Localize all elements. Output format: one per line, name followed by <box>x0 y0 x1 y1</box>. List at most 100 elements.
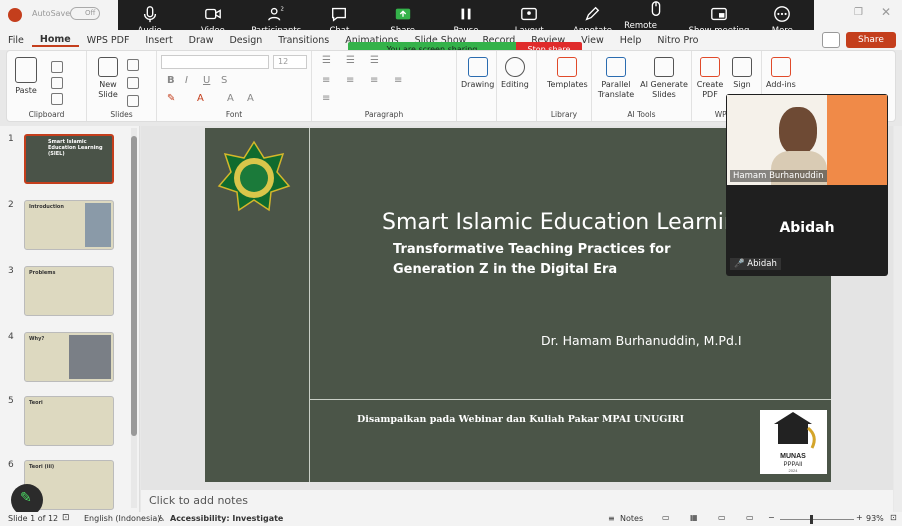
paragraph-group: ☰ ☰ ☰ ≡ ≡ ≡ ≡ ≡ Paragraph <box>312 51 457 121</box>
notes-toggle[interactable]: Notes <box>620 514 643 523</box>
sign-button[interactable]: Sign <box>728 57 756 90</box>
cut-icon[interactable] <box>51 61 63 73</box>
tab-wps-pdf[interactable]: WPS PDF <box>79 35 138 46</box>
video-background-decoration <box>827 95 887 185</box>
slideshow-icon[interactable]: ▭ <box>746 513 754 522</box>
sign-icon <box>732 57 752 77</box>
thumbnail-scrollbar-thumb[interactable] <box>131 136 137 436</box>
create-pdf-button[interactable]: Create PDF <box>696 57 724 100</box>
font-grow-icon[interactable]: A <box>227 93 234 104</box>
tab-insert[interactable]: Insert <box>137 35 180 46</box>
align-right-icon[interactable]: ≡ <box>370 75 378 86</box>
paste-button[interactable]: Paste <box>15 57 37 96</box>
zoom-in-button[interactable]: + <box>856 513 863 522</box>
drawing-button[interactable]: Drawing <box>461 57 494 90</box>
restore-icon[interactable]: ❐ <box>854 7 863 18</box>
font-name-select[interactable] <box>161 55 269 69</box>
ai-tools-label: AI Tools <box>627 110 656 119</box>
layout-icon[interactable] <box>127 59 139 71</box>
svg-text:2024: 2024 <box>789 468 799 473</box>
editing-button[interactable]: Editing <box>501 57 529 90</box>
slide-footer-text[interactable]: Disampaikan pada Webinar dan Kuliah Paka… <box>357 414 684 425</box>
close-window-icon[interactable]: ✕ <box>881 5 891 19</box>
align-center-icon[interactable]: ≡ <box>346 75 354 86</box>
section-icon[interactable] <box>127 95 139 107</box>
powerpoint-logo-icon <box>8 8 22 22</box>
clipboard-label: Clipboard <box>28 110 65 119</box>
thumbnail-slide-1[interactable]: Smart Islamic Education Learning (SIEL) <box>24 134 114 184</box>
reset-icon[interactable] <box>127 77 139 89</box>
format-painter-icon[interactable] <box>51 93 63 105</box>
line-spacing-icon[interactable]: ≡ <box>322 93 330 104</box>
ai-generate-slides-button[interactable]: AI Generate Slides <box>640 57 688 100</box>
thumbnail-slide-2[interactable]: Introduction <box>24 200 114 250</box>
font-color-icon[interactable]: A <box>197 93 204 104</box>
participant-name-hamam: Hamam Burhanuddin <box>730 170 827 182</box>
shapes-icon <box>467 57 488 77</box>
accessibility-icon: ♿ <box>158 514 166 523</box>
font-shrink-icon[interactable]: A <box>247 93 254 104</box>
font-size-select[interactable]: 12 <box>273 55 307 69</box>
thumb-number-4: 4 <box>8 332 14 342</box>
addins-button[interactable]: Add-ins <box>766 57 796 90</box>
indent-icon[interactable]: ☰ <box>370 55 379 66</box>
underline-button[interactable]: U <box>203 75 210 86</box>
ai-tools-group: Parallel Translate AI Generate Slides AI… <box>592 51 692 121</box>
participant-abidah-avatar[interactable]: Abidah <box>726 220 888 236</box>
editor-scrollbar[interactable] <box>894 126 902 512</box>
italic-button[interactable]: I <box>185 75 188 86</box>
autosave-toggle[interactable]: Off <box>70 7 100 20</box>
slide-thumbnails-panel: 1 Smart Islamic Education Learning (SIEL… <box>0 126 140 512</box>
slide-horizontal-divider <box>309 399 831 400</box>
tab-home[interactable]: Home <box>31 34 79 47</box>
slide-author[interactable]: Dr. Hamam Burhanuddin, M.Pd.I <box>541 333 742 348</box>
thumb-number-5: 5 <box>8 396 14 406</box>
highlight-icon[interactable]: ✎ <box>167 93 175 104</box>
zoom-level[interactable]: 93% <box>866 514 884 523</box>
share-document-button[interactable]: Share <box>846 32 896 48</box>
strikethrough-button[interactable]: S <box>221 75 227 86</box>
tab-draw[interactable]: Draw <box>181 35 222 46</box>
accessibility-status[interactable]: Accessibility: Investigate <box>170 514 283 523</box>
zoom-slider-handle[interactable] <box>810 515 813 524</box>
zoom-slider[interactable] <box>780 519 854 520</box>
slide-sorter-icon[interactable]: ▦ <box>690 513 698 522</box>
tab-design[interactable]: Design <box>221 35 270 46</box>
normal-view-icon[interactable]: ▭ <box>662 513 670 522</box>
bullets-icon[interactable]: ☰ <box>322 55 331 66</box>
templates-button[interactable]: Templates <box>547 57 588 90</box>
participants-icon: 2 <box>268 6 284 21</box>
numbering-icon[interactable]: ☰ <box>346 55 355 66</box>
justify-icon[interactable]: ≡ <box>394 75 402 86</box>
copy-icon[interactable] <box>51 77 63 89</box>
pen-icon: ✎ <box>20 490 32 506</box>
parallel-translate-button[interactable]: Parallel Translate <box>598 57 634 100</box>
spellcheck-icon[interactable]: ⊡ <box>62 513 70 523</box>
language-indicator[interactable]: English (Indonesia) <box>84 514 160 523</box>
fit-to-window-icon[interactable]: ⊡ <box>890 513 897 522</box>
bold-button[interactable]: B <box>167 75 175 86</box>
paste-icon <box>15 57 37 83</box>
tab-nitro-pro[interactable]: Nitro Pro <box>649 35 706 46</box>
pause-icon <box>461 8 471 20</box>
slide-subtitle-line2[interactable]: Generation Z in the Digital Era <box>393 262 617 277</box>
slide-title[interactable]: Smart Islamic Education Learning <box>382 210 752 235</box>
translate-icon <box>606 57 626 77</box>
tab-file[interactable]: File <box>0 35 32 46</box>
reading-view-icon[interactable]: ▭ <box>718 513 726 522</box>
thumbnail-slide-3[interactable]: Problems <box>24 266 114 316</box>
zoom-out-button[interactable]: − <box>768 513 775 522</box>
comments-icon[interactable] <box>822 32 840 48</box>
thumbnail-slide-5[interactable]: Teori <box>24 396 114 446</box>
new-slide-button[interactable]: New Slide <box>93 57 123 100</box>
slide-subtitle-line1[interactable]: Transformative Teaching Practices for <box>393 242 671 257</box>
paragraph-label: Paragraph <box>364 110 404 119</box>
status-bar: Slide 1 of 12 ⊡ English (Indonesia) ♿ Ac… <box>0 512 902 526</box>
font-label: Font <box>225 110 243 119</box>
participant-face <box>779 107 817 155</box>
tab-transitions[interactable]: Transitions <box>270 35 337 46</box>
thumbnail-slide-4[interactable]: Why? <box>24 332 114 382</box>
notes-pane[interactable]: Click to add notes <box>141 490 893 512</box>
align-left-icon[interactable]: ≡ <box>322 75 330 86</box>
tab-help[interactable]: Help <box>612 35 650 46</box>
